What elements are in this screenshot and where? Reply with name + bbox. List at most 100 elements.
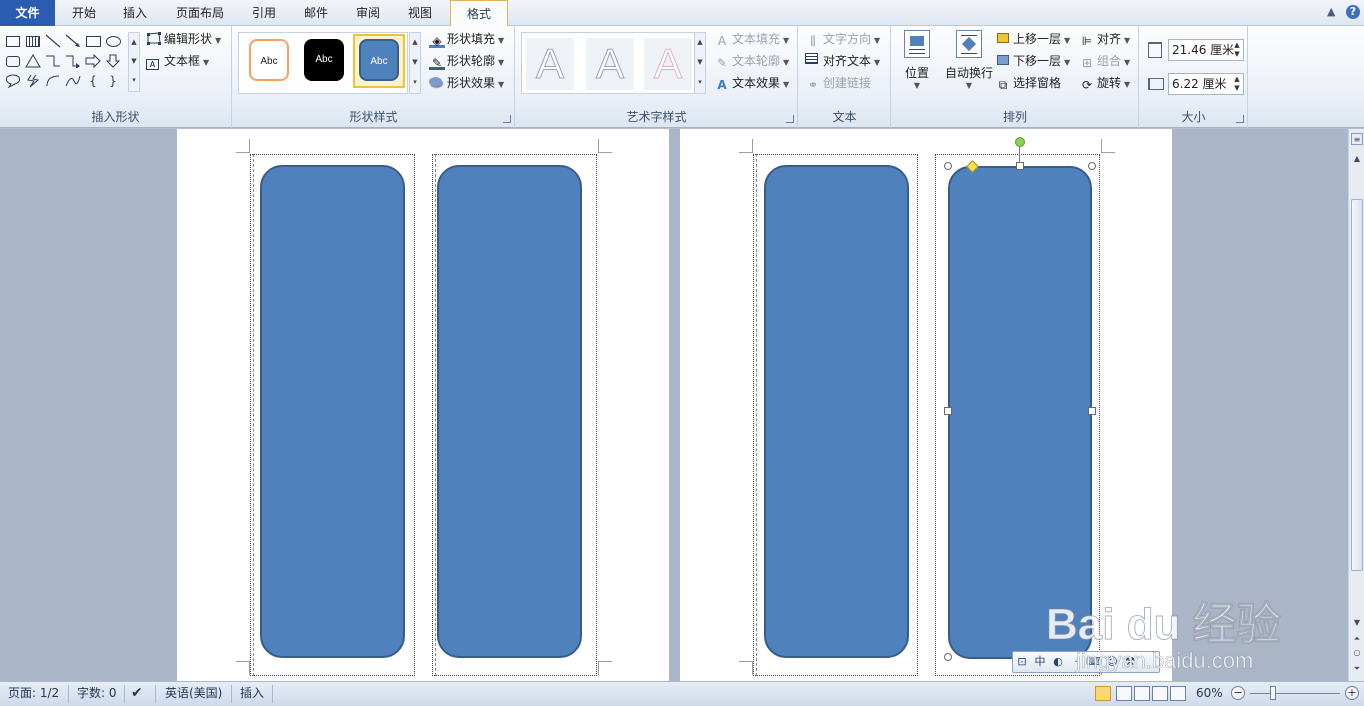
shape-styles-dialog-launcher-icon[interactable]	[503, 115, 511, 123]
ruler-toggle-icon[interactable]: ≡	[1351, 133, 1363, 145]
line-shape-icon[interactable]	[44, 32, 62, 50]
shape-style-orange-outline[interactable]: Abc	[249, 39, 289, 81]
text-fill-button[interactable]: A 文本填充 ▼	[714, 29, 789, 49]
full-screen-reading-view-icon[interactable]	[1116, 686, 1132, 701]
mini-toolbar-textbox-icon[interactable]: ⊡	[1013, 652, 1031, 672]
mini-toolbar-keyboard-icon[interactable]: ⌨	[1085, 652, 1103, 672]
wordart-dialog-launcher-icon[interactable]	[786, 115, 794, 123]
arrow-line-shape-icon[interactable]	[64, 32, 82, 50]
shape-gallery-scroll[interactable]: ▲ ▼ ▾	[128, 32, 140, 92]
right-arrow-shape-icon[interactable]	[84, 52, 102, 70]
scroll-up-icon[interactable]: ▲	[1351, 153, 1363, 165]
wordart-gallery-scroll[interactable]: ▲ ▼ ▾	[694, 32, 706, 94]
tab-format[interactable]: 格式	[450, 0, 508, 27]
draft-view-icon[interactable]	[1170, 686, 1186, 701]
text-effects-button[interactable]: A 文本效果 ▼	[714, 73, 789, 93]
zoom-in-icon[interactable]: +	[1345, 686, 1359, 700]
shape-style-blue-fill[interactable]: Abc	[359, 39, 399, 81]
help-icon[interactable]: ?	[1346, 5, 1360, 19]
wordart-style-1[interactable]: A	[526, 38, 574, 90]
edit-shape-button[interactable]: 编辑形状 ▼	[146, 29, 221, 49]
rotation-handle[interactable]	[1015, 137, 1025, 147]
rounded-rectangle-shape-icon[interactable]	[4, 52, 22, 70]
shape-height-input[interactable]: 21.46 厘米 ▲ ▼	[1168, 39, 1244, 61]
tab-page-layout[interactable]: 页面布局	[162, 0, 238, 26]
resize-handle-bl[interactable]	[944, 653, 952, 661]
vertical-textbox-shape-icon[interactable]	[24, 32, 42, 50]
mini-toolbar-user-icon[interactable]: ☺	[1103, 652, 1121, 672]
send-backward-button[interactable]: 下移一层 ▼	[995, 51, 1070, 71]
rounded-rectangle-shape[interactable]	[260, 165, 405, 658]
tab-file[interactable]: 文件	[0, 0, 55, 26]
web-layout-view-icon[interactable]	[1134, 686, 1150, 701]
down-arrow-shape-icon[interactable]	[104, 52, 122, 70]
wrap-text-button[interactable]: 自动换行 ▼	[938, 30, 1000, 96]
right-brace-shape-icon[interactable]: }	[104, 72, 122, 90]
page-1[interactable]	[177, 129, 669, 681]
shape-width-input[interactable]: 6.22 厘米 ▲ ▼	[1168, 73, 1244, 95]
elbow-connector-shape-icon[interactable]	[44, 52, 62, 70]
mini-toolbar-wrench-icon[interactable]: ⚒	[1121, 652, 1139, 672]
create-link-button[interactable]: ⚭ 创建链接	[805, 73, 871, 93]
document-area[interactable]	[0, 129, 1348, 681]
scroll-down-icon[interactable]: ▼	[1351, 617, 1363, 629]
resize-handle-r[interactable]	[1088, 407, 1096, 415]
wordart-style-3[interactable]: A	[644, 38, 692, 90]
oval-shape-icon[interactable]	[104, 32, 122, 50]
align-button[interactable]: ⊫ 对齐 ▼	[1079, 29, 1130, 49]
zoom-slider-track[interactable]	[1250, 693, 1340, 694]
mini-toolbar-item[interactable]: 中	[1031, 652, 1049, 672]
status-page[interactable]: 页面: 1/2	[8, 682, 59, 706]
vertical-scroll-thumb[interactable]	[1351, 199, 1363, 571]
tab-references[interactable]: 引用	[240, 0, 288, 26]
page-2[interactable]	[680, 129, 1172, 681]
textbox-shape-icon[interactable]	[4, 32, 22, 50]
elbow-arrow-connector-shape-icon[interactable]	[64, 52, 82, 70]
callout-shape-icon[interactable]	[4, 72, 22, 90]
selection-pane-button[interactable]: ⧉ 选择窗格	[995, 73, 1061, 93]
tab-review[interactable]: 审阅	[344, 0, 392, 26]
next-page-icon[interactable]: ⏷	[1351, 663, 1363, 675]
group-button[interactable]: ⊞ 组合 ▼	[1079, 51, 1130, 71]
status-insert-mode[interactable]: 插入	[240, 682, 264, 706]
shape-effects-button[interactable]: 形状效果 ▼	[429, 73, 504, 93]
text-box-button[interactable]: A 文本框 ▼	[146, 51, 209, 71]
position-button[interactable]: 位置 ▼	[892, 30, 942, 96]
wordart-style-2[interactable]: A	[586, 38, 634, 90]
shape-outline-button[interactable]: ✎ 形状轮廓 ▼	[429, 51, 504, 71]
status-language[interactable]: 英语(美国)	[165, 682, 222, 706]
arc-shape-icon[interactable]	[44, 72, 62, 90]
rectangle-shape-icon[interactable]	[84, 32, 102, 50]
zoom-level[interactable]: 60%	[1196, 682, 1223, 706]
outline-view-icon[interactable]	[1152, 686, 1168, 701]
left-brace-shape-icon[interactable]: {	[84, 72, 102, 90]
minimize-ribbon-icon[interactable]: ▲	[1327, 5, 1335, 18]
selected-rounded-rectangle-shape[interactable]	[948, 166, 1092, 659]
vertical-scrollbar[interactable]: ≡ ▲ ▼ ⏶ ○ ⏷	[1348, 129, 1364, 681]
shape-fill-button[interactable]: ◈ 形状填充 ▼	[429, 29, 504, 49]
status-word-count[interactable]: 字数: 0	[77, 682, 117, 706]
curve-shape-icon[interactable]	[64, 72, 82, 90]
lightning-shape-icon[interactable]	[24, 72, 42, 90]
text-outline-button[interactable]: ✎ 文本轮廓 ▼	[714, 51, 789, 71]
proofing-icon[interactable]: ✔	[131, 682, 143, 706]
tab-insert[interactable]: 插入	[110, 0, 160, 26]
height-spinner[interactable]: ▲ ▼	[1232, 41, 1242, 59]
mini-toolbar-moon-icon[interactable]: ◐	[1049, 652, 1067, 672]
zoom-slider-thumb[interactable]	[1270, 686, 1276, 700]
rounded-rectangle-shape[interactable]	[764, 165, 909, 658]
resize-handle-tl[interactable]	[944, 162, 952, 170]
size-dialog-launcher-icon[interactable]	[1236, 115, 1244, 123]
print-layout-view-icon[interactable]	[1095, 686, 1111, 701]
text-direction-button[interactable]: ⫼ 文字方向 ▼	[805, 29, 880, 49]
tab-home[interactable]: 开始	[58, 0, 110, 26]
browse-object-icon[interactable]: ○	[1351, 647, 1363, 659]
align-text-button[interactable]: 对齐文本 ▼	[805, 51, 880, 71]
bring-forward-button[interactable]: 上移一层 ▼	[995, 29, 1070, 49]
zoom-out-icon[interactable]: −	[1231, 686, 1245, 700]
previous-page-icon[interactable]: ⏶	[1351, 633, 1363, 645]
tab-view[interactable]: 视图	[395, 0, 445, 26]
shape-style-black-fill[interactable]: Abc	[304, 39, 344, 81]
width-spinner[interactable]: ▲ ▼	[1232, 75, 1242, 93]
rounded-rectangle-shape[interactable]	[437, 165, 582, 658]
